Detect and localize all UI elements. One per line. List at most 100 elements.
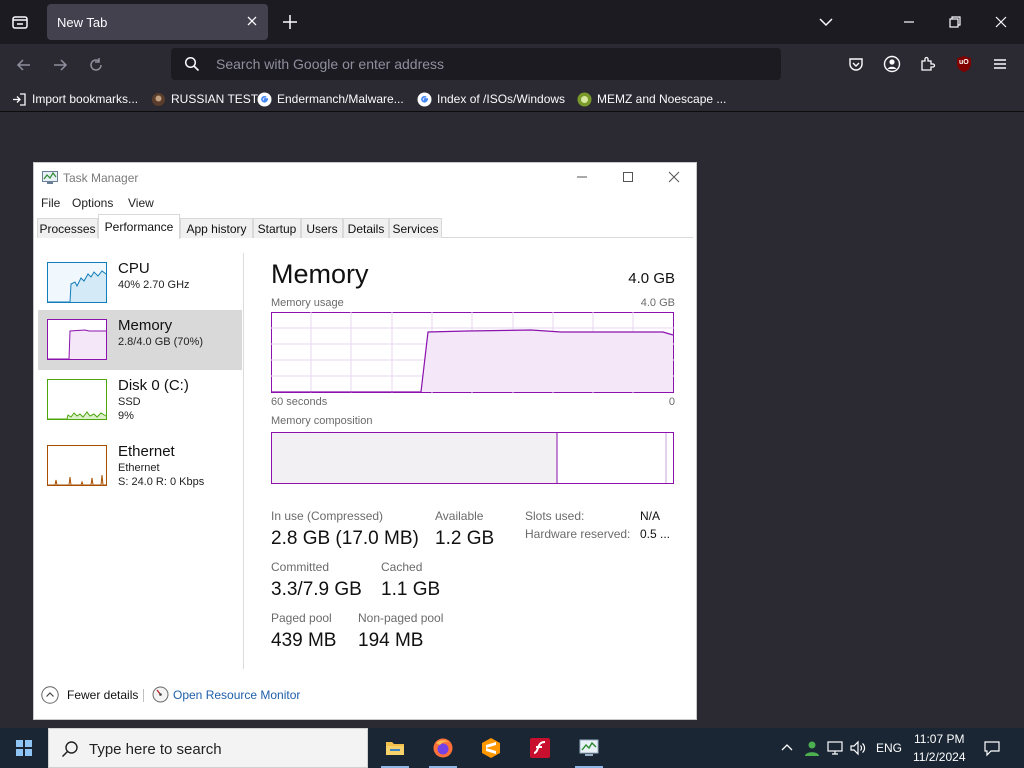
in-use-value: 2.8 GB (17.0 MB) — [271, 528, 419, 549]
fewer-details-button[interactable]: Fewer details — [67, 688, 138, 702]
resource-detail-2: S: 24.0 R: 0 Kbps — [118, 476, 205, 488]
in-use-label: In use (Compressed) — [271, 509, 384, 523]
task-manager-footer: Fewer details Open Resource Monitor — [34, 683, 696, 713]
tab-app-history[interactable]: App history — [180, 218, 253, 238]
account-icon[interactable] — [883, 55, 901, 73]
bookmark-index-isos[interactable]: Index of /ISOs/Windows — [417, 90, 565, 108]
show-hidden-icons-chevron-icon[interactable] — [778, 739, 796, 757]
taskbar-sublime-text[interactable] — [467, 728, 515, 768]
cpu-thumbnail-graph — [47, 262, 107, 303]
resource-detail-2: 9% — [118, 410, 134, 422]
google-icon — [257, 92, 272, 106]
hardware-reserved-label: Hardware reserved: — [525, 527, 631, 541]
composition-label: Memory composition — [271, 415, 373, 427]
tab-startup[interactable]: Startup — [253, 218, 301, 238]
bookmark-label: RUSSIAN TEST — [171, 92, 259, 106]
bookmark-endermanch[interactable]: Endermanch/Malware... — [257, 90, 404, 108]
browser-navbar: uO — [0, 44, 1024, 86]
menu-view[interactable]: View — [128, 196, 154, 210]
tab-list-button[interactable] — [6, 8, 34, 36]
bookmark-russian-test[interactable]: RUSSIAN TEST — [151, 90, 258, 108]
tab-details[interactable]: Details — [343, 218, 389, 238]
minimize-icon[interactable] — [899, 12, 919, 32]
paged-pool-label: Paged pool — [271, 611, 332, 625]
resource-detail: 40% 2.70 GHz — [118, 279, 190, 291]
memory-total: 4.0 GB — [628, 270, 675, 287]
minimize-icon[interactable] — [574, 169, 590, 185]
extensions-icon[interactable] — [919, 55, 937, 73]
taskbar-firefox[interactable] — [419, 728, 467, 768]
task-manager-icon — [42, 171, 58, 184]
menu-options[interactable]: Options — [72, 196, 113, 210]
resource-cpu[interactable]: CPU 40% 2.70 GHz — [38, 253, 242, 313]
title-bar[interactable]: Task Manager — [34, 163, 696, 191]
github-icon — [152, 92, 165, 106]
tab-services[interactable]: Services — [389, 218, 442, 238]
url-bar[interactable] — [171, 48, 781, 80]
restore-icon[interactable] — [945, 12, 965, 32]
slots-label: Slots used: — [525, 509, 585, 523]
back-arrow-icon[interactable] — [14, 55, 34, 75]
clock-date[interactable]: 11/2/2024 — [913, 750, 966, 764]
ublock-origin-icon[interactable]: uO — [955, 55, 973, 73]
close-tab-icon[interactable] — [246, 15, 258, 27]
input-language[interactable]: ENG — [876, 741, 902, 755]
memory-details-panel: Memory 4.0 GB Memory usage 4.0 GB 60 sec… — [271, 253, 675, 653]
pocket-icon[interactable] — [847, 55, 865, 73]
search-placeholder: Type here to search — [89, 741, 222, 758]
bookmarks-toolbar: Import bookmarks... RUSSIAN TEST Enderma… — [0, 86, 1024, 112]
clock-time[interactable]: 11:07 PM — [914, 732, 964, 746]
volume-icon[interactable] — [849, 739, 867, 757]
tab-title: New Tab — [57, 15, 108, 30]
open-resource-monitor-link[interactable]: Open Resource Monitor — [173, 688, 300, 702]
chevron-up-circle-icon[interactable] — [41, 686, 59, 704]
task-manager-icon — [579, 739, 599, 756]
memory-usage-graph — [271, 312, 674, 393]
people-icon[interactable] — [803, 739, 821, 757]
taskbar-file-explorer[interactable] — [371, 728, 419, 768]
tab-users[interactable]: Users — [301, 218, 343, 238]
memory-composition-graph — [271, 432, 674, 484]
search-icon — [61, 741, 78, 758]
tab-performance[interactable]: Performance — [98, 214, 180, 239]
bookmark-label: Import bookmarks... — [32, 92, 139, 106]
resource-memory[interactable]: Memory 2.8/4.0 GB (70%) — [38, 310, 242, 370]
hamburger-menu-icon[interactable] — [991, 55, 1009, 73]
close-icon[interactable] — [666, 169, 682, 185]
committed-label: Committed — [271, 560, 330, 574]
taskbar: Type here to search ENG 11:07 PM 11/2/20… — [0, 728, 1024, 768]
taskbar-search-box[interactable]: Type here to search — [48, 728, 368, 768]
chevron-down-icon[interactable] — [816, 12, 836, 32]
import-icon — [13, 92, 26, 106]
bookmark-import[interactable]: Import bookmarks... — [12, 90, 138, 108]
network-icon[interactable] — [826, 739, 844, 757]
new-tab-button[interactable] — [280, 12, 300, 32]
time-end-label: 0 — [668, 396, 675, 408]
cached-value: 1.1 GB — [381, 579, 441, 600]
resource-disk[interactable]: Disk 0 (C:) SSD 9% — [38, 370, 242, 430]
forward-arrow-icon[interactable] — [50, 55, 70, 75]
browser-tab-new-tab[interactable]: New Tab — [47, 4, 268, 40]
bookmark-memz[interactable]: MEMZ and Noescape ... — [577, 90, 726, 108]
taskbar-flash-player[interactable] — [516, 728, 564, 768]
memory-thumbnail-graph — [47, 319, 107, 360]
flash-player-icon — [530, 738, 550, 758]
reload-icon[interactable] — [86, 55, 106, 75]
resource-ethernet[interactable]: Ethernet Ethernet S: 24.0 R: 0 Kbps — [38, 436, 242, 496]
footer-divider — [143, 689, 144, 702]
notifications-icon[interactable] — [983, 739, 1001, 757]
non-paged-pool-label: Non-paged pool — [358, 611, 444, 625]
menu-file[interactable]: File — [41, 196, 60, 210]
address-input[interactable] — [216, 48, 766, 80]
start-button[interactable] — [0, 728, 48, 768]
google-icon — [417, 92, 432, 106]
tab-processes[interactable]: Processes — [37, 218, 98, 238]
tab-list-icon — [12, 16, 28, 29]
available-label: Available — [435, 509, 484, 523]
taskbar-task-manager[interactable] — [565, 728, 613, 768]
hardware-reserved-value: 0.5 ... — [640, 527, 671, 541]
close-window-icon[interactable] — [991, 12, 1011, 32]
maximize-icon[interactable] — [620, 169, 636, 185]
firefox-icon — [433, 738, 453, 758]
slots-value: N/A — [640, 509, 661, 523]
